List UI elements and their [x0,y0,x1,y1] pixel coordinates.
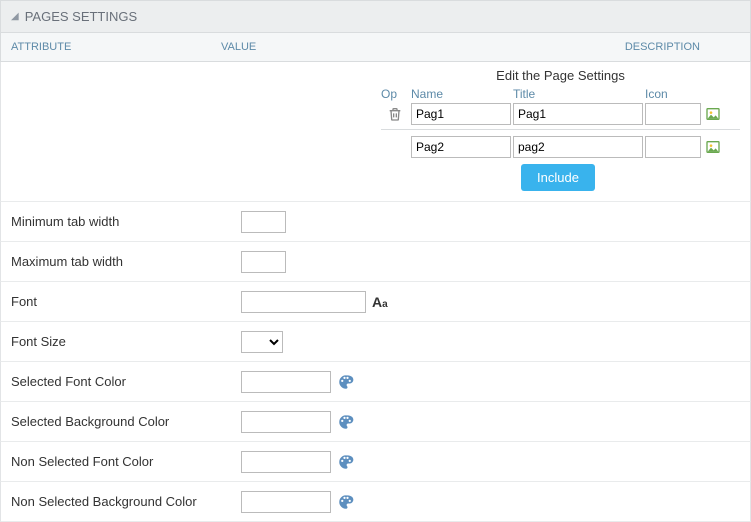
sel-font-color-input[interactable] [241,371,331,393]
include-button[interactable]: Include [521,164,595,191]
page-table-header-op: Op [381,87,409,101]
attr-label: Maximum tab width [11,254,241,269]
divider [381,129,740,130]
nonsel-font-color-input[interactable] [241,451,331,473]
color-picker-icon[interactable] [337,453,355,471]
page-table-new [381,136,740,158]
color-picker-icon[interactable] [337,373,355,391]
min-tab-width-input[interactable] [241,211,286,233]
page-settings-editor: Edit the Page Settings Op Name Title Ico… [0,62,751,202]
page-title-input[interactable] [513,136,643,158]
page-name-input[interactable] [411,136,511,158]
page-table-header-icon: Icon [645,87,717,101]
font-input[interactable] [241,291,366,313]
edit-title: Edit the Page Settings [381,68,740,83]
collapse-icon: ◢ [11,11,19,22]
attr-row-max-tab-width: Maximum tab width [0,242,751,282]
page-icon-input[interactable] [645,136,701,158]
column-header-attribute: ATTRIBUTE [11,41,221,53]
color-picker-icon[interactable] [337,493,355,511]
nonsel-bg-color-input[interactable] [241,491,331,513]
page-table: Op Name Title Icon [381,87,740,125]
attr-row-sel-font-color: Selected Font Color [0,362,751,402]
font-picker-icon[interactable]: Aa [372,294,388,310]
attr-label: Minimum tab width [11,214,241,229]
page-name-input[interactable] [411,103,511,125]
attr-row-font-size: Font Size [0,322,751,362]
page-table-header-title: Title [513,87,643,101]
color-picker-icon[interactable] [337,413,355,431]
max-tab-width-input[interactable] [241,251,286,273]
column-header-value: VALUE [221,41,521,53]
page-table-header-name: Name [411,87,511,101]
attr-row-min-tab-width: Minimum tab width [0,202,751,242]
attr-label: Selected Font Color [11,374,241,389]
column-header-description: DESCRIPTION [521,41,740,53]
attr-label: Font [11,294,241,309]
attr-label: Non Selected Background Color [11,494,241,509]
page-table-row [381,136,740,158]
attr-label: Font Size [11,334,241,349]
attr-label: Non Selected Font Color [11,454,241,469]
attr-row-font: Font Aa [0,282,751,322]
columns-header: ATTRIBUTE VALUE DESCRIPTION [0,33,751,62]
image-picker-icon[interactable] [705,139,721,155]
image-picker-icon[interactable] [705,106,721,122]
attr-row-nonsel-font-color: Non Selected Font Color [0,442,751,482]
panel-header[interactable]: ◢ PAGES SETTINGS [0,0,751,33]
attr-label: Selected Background Color [11,414,241,429]
sel-bg-color-input[interactable] [241,411,331,433]
page-icon-input[interactable] [645,103,701,125]
attr-row-sel-bg-color: Selected Background Color [0,402,751,442]
page-title-input[interactable] [513,103,643,125]
panel-title: PAGES SETTINGS [25,9,137,24]
page-table-header: Op Name Title Icon [381,87,740,103]
attr-row-nonsel-bg-color: Non Selected Background Color [0,482,751,522]
page-table-row [381,103,740,125]
delete-icon[interactable] [387,106,403,122]
font-size-select[interactable] [241,331,283,353]
